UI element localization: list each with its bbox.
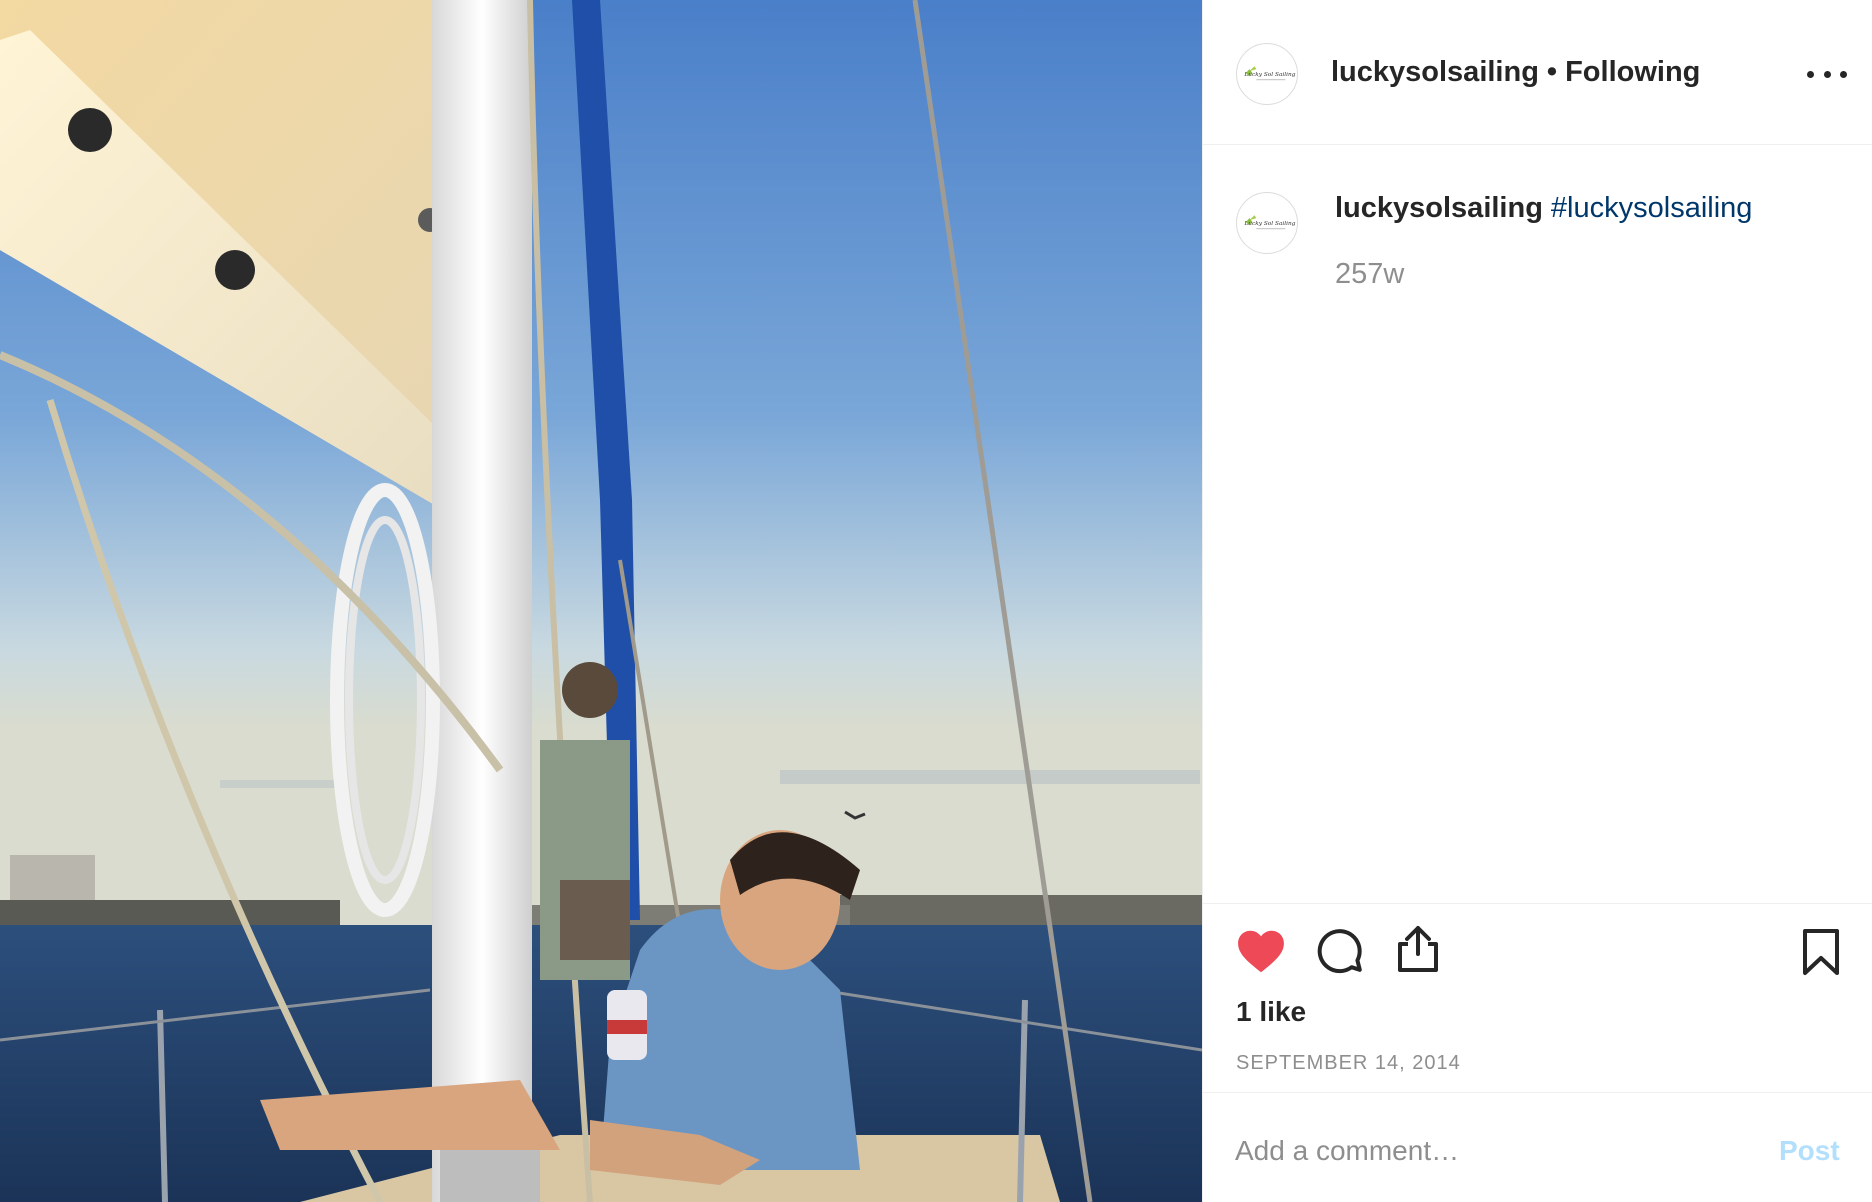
- more-dot: [1823, 70, 1831, 78]
- caption-avatar[interactable]: Lucky Sol Sailing: [1236, 192, 1298, 254]
- sailing-photo: [0, 0, 1202, 1202]
- comment-input[interactable]: [1235, 1129, 1755, 1173]
- post-actions: 1 like SEPTEMBER 14, 2014: [1203, 903, 1872, 1093]
- more-options-icon[interactable]: [1807, 52, 1847, 96]
- lucky-sol-logo-icon: Lucky Sol Sailing: [1237, 193, 1297, 253]
- like-count[interactable]: 1 like: [1236, 996, 1306, 1028]
- post-image[interactable]: [0, 0, 1202, 1202]
- header-separator: •: [1546, 56, 1558, 88]
- lucky-sol-logo-icon: Lucky Sol Sailing: [1237, 44, 1297, 104]
- follow-status[interactable]: Following: [1565, 56, 1700, 88]
- comment-bar: Post: [1203, 1092, 1872, 1202]
- profile-avatar[interactable]: Lucky Sol Sailing: [1236, 43, 1298, 105]
- post-date[interactable]: SEPTEMBER 14, 2014: [1236, 1052, 1461, 1075]
- share-icon[interactable]: [1394, 924, 1442, 974]
- header-title: luckysolsailing • Following: [1331, 56, 1700, 89]
- heart-icon[interactable]: [1236, 928, 1286, 974]
- post-details-panel: Lucky Sol Sailing luckysolsailing • Follow…: [1202, 0, 1872, 1202]
- caption-text: luckysolsailing #luckysolsailing: [1335, 192, 1752, 225]
- post-button[interactable]: Post: [1779, 1135, 1840, 1167]
- post-header: Lucky Sol Sailing luckysolsailing • Follow…: [1203, 0, 1872, 145]
- caption-age[interactable]: 257w: [1335, 258, 1404, 291]
- more-dot: [1840, 70, 1847, 78]
- more-dot: [1807, 70, 1814, 78]
- svg-text:Lucky Sol Sailing: Lucky Sol Sailing: [1243, 221, 1295, 227]
- caption-username[interactable]: luckysolsailing: [1335, 192, 1543, 224]
- caption-hashtag[interactable]: #luckysolsailing: [1551, 192, 1753, 224]
- svg-text:Lucky Sol Sailing: Lucky Sol Sailing: [1243, 72, 1295, 78]
- comment-icon[interactable]: [1316, 926, 1364, 974]
- bookmark-icon[interactable]: [1801, 928, 1841, 976]
- header-username[interactable]: luckysolsailing: [1331, 56, 1539, 88]
